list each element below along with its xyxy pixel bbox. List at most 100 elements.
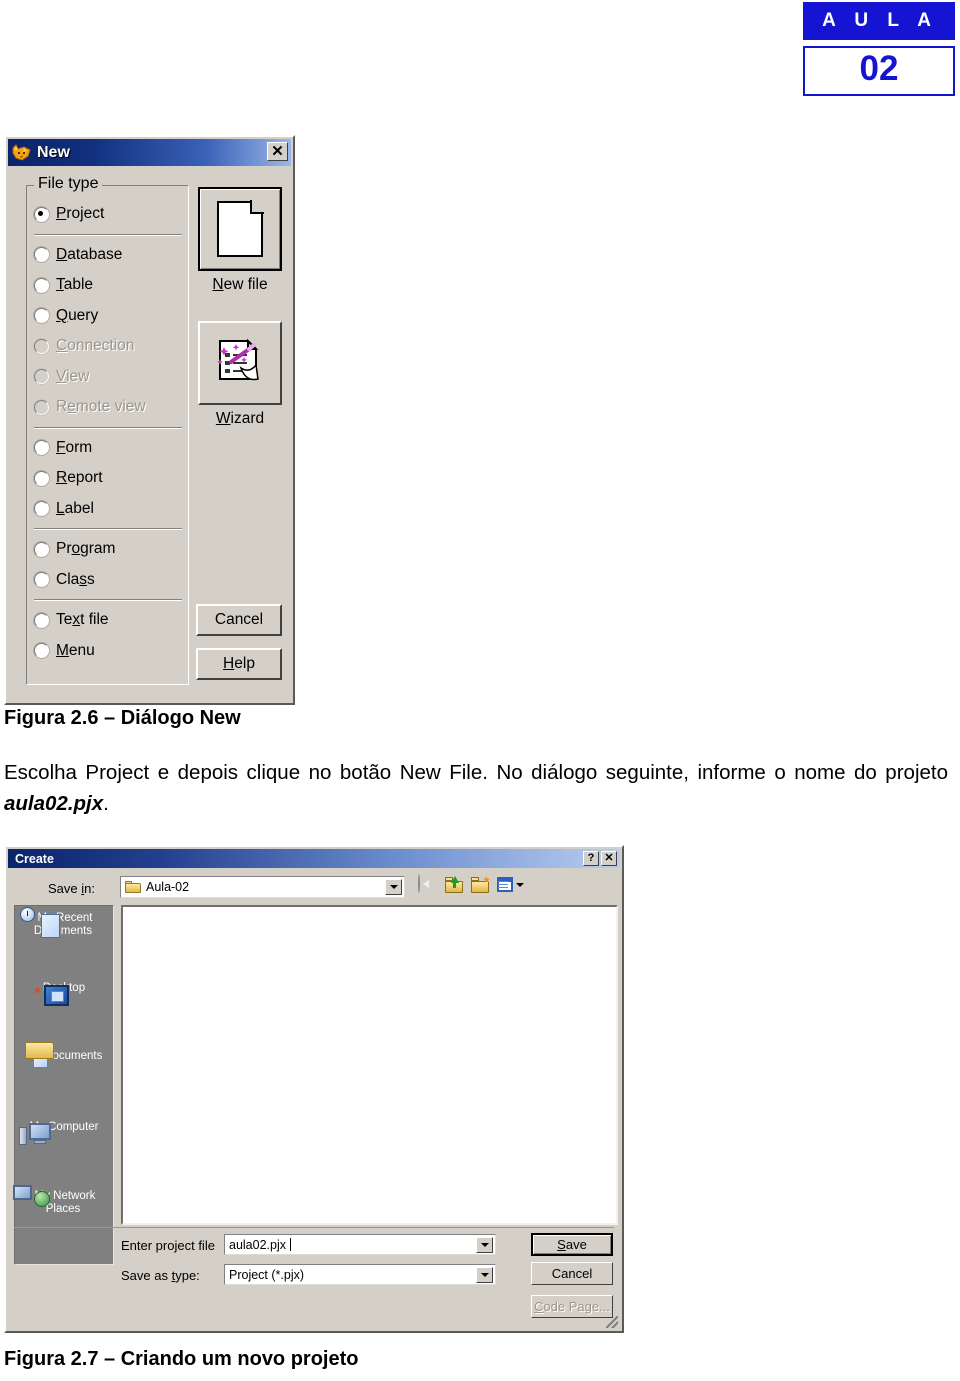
new-dialog: New ✕ File type Project Database Table Quer… <box>4 135 295 705</box>
divider <box>34 426 182 429</box>
help-icon[interactable]: ? <box>583 851 599 866</box>
file-type-label: Report <box>56 469 103 487</box>
instruction-part2: . <box>103 792 109 815</box>
chevron-down-icon[interactable] <box>476 1267 493 1283</box>
file-type-radio-form[interactable]: Form <box>34 433 184 464</box>
file-type-label: Menu <box>56 641 95 659</box>
radio-indicator <box>34 501 49 517</box>
wizard-rest: izard <box>230 410 265 427</box>
project-file-name-value: aula02.pjx <box>229 1237 286 1252</box>
close-icon[interactable]: ✕ <box>601 851 617 866</box>
file-type-radio-label[interactable]: Label <box>34 494 184 525</box>
lesson-badge-word: A U L A <box>803 2 955 40</box>
resize-grip[interactable] <box>606 1316 618 1328</box>
code-page-accel: C <box>534 1299 544 1314</box>
close-icon[interactable]: ✕ <box>267 142 288 161</box>
save-as-type-value: Project (*.pjx) <box>229 1267 305 1282</box>
code-page-rest: ode Page... <box>543 1299 610 1314</box>
file-type-label: Database <box>56 245 123 263</box>
save-as-type-pre: Save as <box>121 1268 172 1283</box>
place-item-my-computer[interactable]: My Computer <box>15 1121 113 1145</box>
divider <box>34 528 182 530</box>
radio-indicator <box>34 643 49 659</box>
file-type-radio-report[interactable]: Report <box>34 463 184 494</box>
views-dropdown-icon[interactable] <box>497 876 524 893</box>
new-file-button[interactable] <box>198 187 282 271</box>
create-dialog-title: Create <box>15 851 54 866</box>
save-as-type-label: Save as type: <box>121 1268 200 1283</box>
lesson-number: 02 <box>859 49 899 88</box>
file-type-radio-query[interactable]: Query <box>34 301 184 332</box>
place-item-recent-documents[interactable]: My Recent Documents <box>15 907 113 938</box>
place-item-desktop[interactable]: Desktop <box>15 982 113 1006</box>
file-type-radio-class[interactable]: Class <box>34 565 184 596</box>
chevron-down-icon[interactable] <box>385 879 402 895</box>
wizard-button-label: Wizard <box>198 410 282 428</box>
file-type-radio-text-file[interactable]: Text file <box>34 605 184 636</box>
back-icon[interactable] <box>418 874 438 894</box>
file-type-radio-program[interactable]: Program <box>34 534 184 565</box>
divider <box>34 599 182 601</box>
file-type-radio-group[interactable]: Project Database Table Query Connection View R… <box>34 199 184 666</box>
file-type-label: Table <box>56 276 94 294</box>
code-page-button: Code Page... <box>531 1295 613 1318</box>
radio-indicator <box>34 399 49 415</box>
file-type-radio-connection: Connection <box>34 331 184 362</box>
radio-indicator <box>34 572 49 588</box>
magic-wand-document-icon <box>214 335 266 392</box>
save-rest: ave <box>565 1237 587 1252</box>
place-item-network-places[interactable]: My Network Places <box>12 1185 113 1215</box>
file-type-radio-project[interactable]: Project <box>34 199 184 230</box>
new-file-button-label: New file <box>198 276 282 294</box>
figure-26-caption: Figura 2.6 – Diálogo New <box>4 707 241 729</box>
project-file-name-input[interactable]: aula02.pjx <box>224 1234 496 1255</box>
file-type-label: View <box>56 367 90 385</box>
lesson-number-box: 02 <box>803 46 955 96</box>
wizard-button[interactable] <box>198 321 282 405</box>
file-type-radio-menu[interactable]: Menu <box>34 636 184 667</box>
place-item-my-documents[interactable]: My Documents <box>15 1042 113 1068</box>
radio-indicator <box>34 541 49 557</box>
help-button[interactable]: Help <box>196 648 282 680</box>
save-as-type-combobox[interactable]: Project (*.pjx) <box>224 1264 496 1285</box>
cancel-button[interactable]: Cancel <box>196 604 282 636</box>
blank-page-icon <box>217 200 264 257</box>
chevron-down-icon[interactable] <box>476 1237 493 1253</box>
save-in-value: Aula-02 <box>146 880 190 894</box>
figure-27-caption: Figura 2.7 – Criando um novo projeto <box>4 1348 359 1370</box>
cancel-button[interactable]: Cancel <box>531 1262 613 1285</box>
save-button[interactable]: Save <box>531 1233 613 1256</box>
project-file-name: aula02.pjx <box>4 792 104 815</box>
save-in-combobox[interactable]: Aula-02 <box>120 876 405 898</box>
new-folder-icon[interactable] <box>471 876 490 893</box>
up-one-level-icon[interactable] <box>445 876 464 893</box>
file-type-label: Remote view <box>56 398 146 416</box>
file-type-label: Text file <box>56 611 109 629</box>
file-list-view[interactable] <box>121 905 618 1225</box>
radio-indicator <box>34 206 49 222</box>
help-rest: elp <box>234 655 255 672</box>
help-accel: H <box>223 655 235 672</box>
radio-indicator <box>34 612 49 628</box>
radio-indicator <box>34 470 49 486</box>
file-type-radio-table[interactable]: Table <box>34 270 184 301</box>
radio-indicator <box>34 247 49 263</box>
create-dialog-titlebar[interactable]: Create ? ✕ <box>8 849 620 868</box>
new-dialog-titlebar[interactable]: New ✕ <box>8 139 291 166</box>
text-caret <box>290 1238 291 1251</box>
create-dialog: Create ? ✕ Save in: Aula-02 My Recent Do… <box>4 845 624 1333</box>
file-type-radio-view: View <box>34 362 184 393</box>
file-type-label: Project <box>56 205 105 223</box>
save-as-type-post: ype: <box>175 1268 200 1283</box>
file-type-radio-database[interactable]: Database <box>34 240 184 271</box>
file-type-label: Program <box>56 540 116 558</box>
foxpro-fox-icon <box>11 143 33 163</box>
file-type-radio-remote-view: Remote view <box>34 392 184 423</box>
save-in-label-post: n: <box>84 881 95 896</box>
new-file-rest: ew file <box>223 276 268 293</box>
file-type-label: Connection <box>56 337 135 355</box>
places-bar: My Recent Documents Desktop My Documents… <box>12 905 114 1265</box>
radio-indicator <box>34 369 49 385</box>
radio-indicator <box>34 338 49 354</box>
folder-icon <box>125 881 141 893</box>
